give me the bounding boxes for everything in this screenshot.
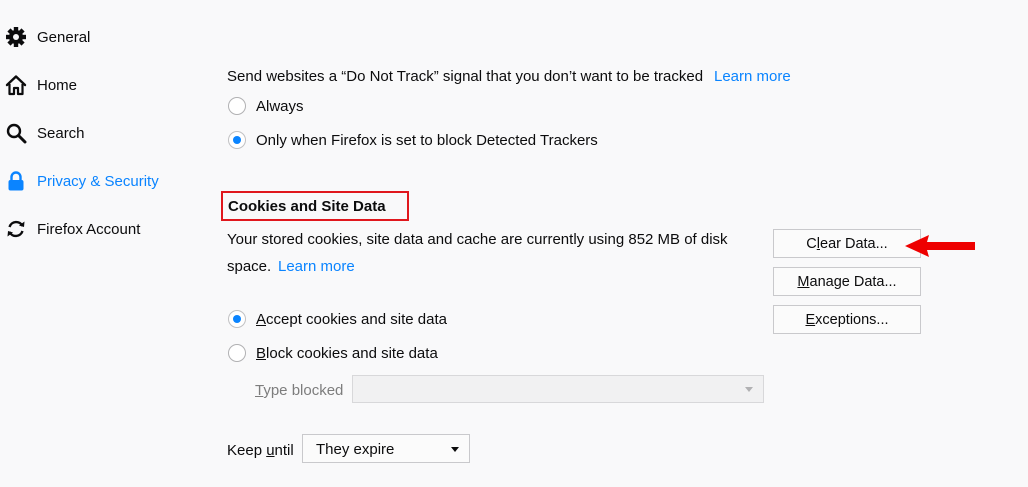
clear-data-label: C [806,235,817,252]
sidebar-item-home[interactable]: Home [0,65,200,105]
chevron-down-icon [451,447,459,452]
sidebar-item-search[interactable]: Search [0,113,200,153]
cookies-usage-text-cont: space. [227,258,272,275]
dnt-always-radio[interactable] [228,97,246,115]
sidebar-item-label: Firefox Account [37,220,141,238]
dnt-description: Send websites a “Do Not Track” signal th… [227,68,704,85]
exceptions-button[interactable]: Exceptions... [773,305,921,334]
sidebar-item-label: Search [37,124,85,142]
cookies-learn-more-link[interactable]: Learn more [278,258,355,275]
block-label-rest: lock cookies and site data [266,345,438,362]
sidebar-item-label: General [37,28,91,46]
type-blocked-label: Type blocked [255,382,343,399]
sidebar-item-label: Home [37,76,78,94]
accept-accesskey: A [256,311,267,328]
keep-until-rest: ntil [274,442,294,459]
manage-data-label: anage Data... [809,273,897,290]
keep-until-accesskey: u [266,442,275,459]
sidebar-item-general[interactable]: General [0,17,200,57]
sync-icon [4,217,28,241]
search-icon [4,121,28,145]
manage-data-button[interactable]: Manage Data... [773,267,921,296]
keep-until-label: Keep until [227,442,294,459]
sidebar-item-label: Privacy & Security [37,172,159,190]
keep-until-prefix: Keep [227,442,267,459]
cookies-heading: Cookies and Site Data [228,198,386,215]
dnt-only-when-blocking-label: Only when Firefox is set to block Detect… [256,132,598,149]
keep-until-select[interactable]: They expire [302,434,470,463]
manage-data-accesskey: M [797,273,810,290]
dnt-always-label: Always [256,98,304,115]
exceptions-accesskey: E [805,311,816,328]
type-blocked-label-rest: ype blocked [263,382,344,399]
chevron-down-icon [745,387,753,392]
block-cookies-radio[interactable] [228,344,246,362]
sidebar-item-privacy-security[interactable]: Privacy & Security [0,161,200,201]
block-accesskey: B [256,345,267,362]
dnt-learn-more-link[interactable]: Learn more [714,68,791,85]
block-cookies-label: Block cookies and site data [256,345,438,362]
clear-data-label-rest: ear Data... [820,235,888,252]
home-icon [4,73,28,97]
dnt-only-when-blocking-radio[interactable] [228,131,246,149]
sidebar-item-firefox-account[interactable]: Firefox Account [0,209,200,249]
gear-icon [4,25,28,49]
lock-icon [4,169,28,193]
accept-label-rest: ccept cookies and site data [266,311,447,328]
cookies-usage-text: Your stored cookies, site data and cache… [227,231,728,248]
keep-until-value: They expire [316,441,395,458]
clear-data-button[interactable]: Cl ear Data... [773,229,921,258]
accept-cookies-radio[interactable] [228,310,246,328]
accept-cookies-label: Accept cookies and site data [256,311,447,328]
type-blocked-select[interactable] [352,375,764,403]
exceptions-label: xceptions... [815,311,889,328]
red-arrow-icon [905,235,975,257]
